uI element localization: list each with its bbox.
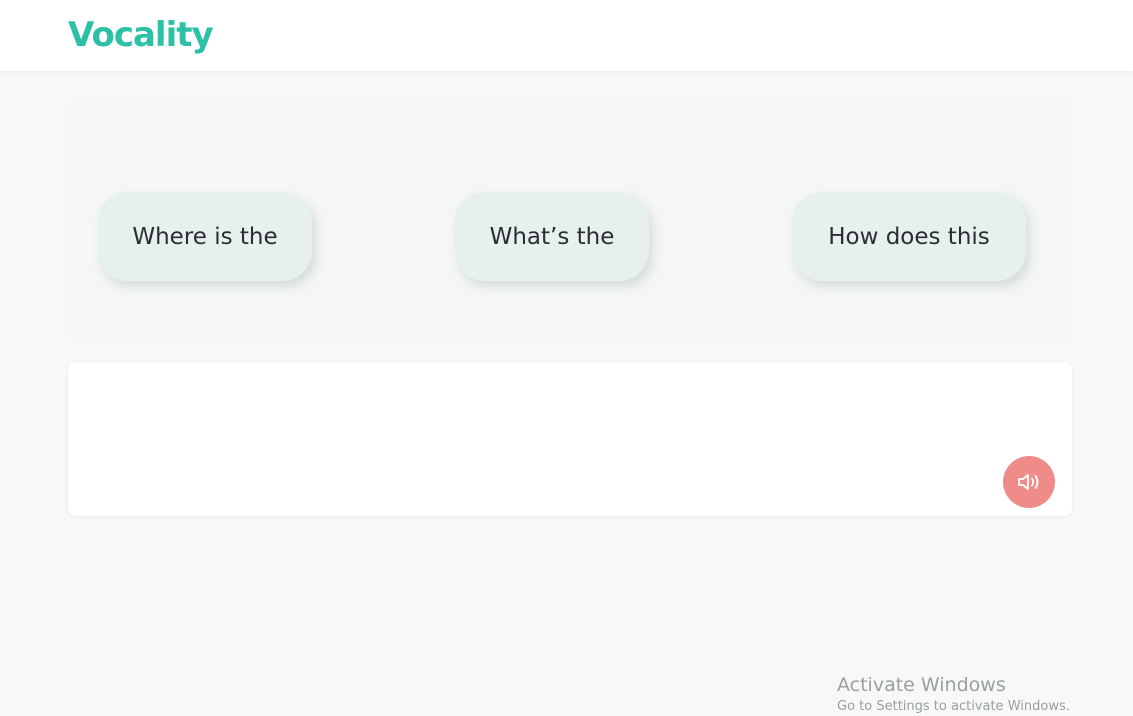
watermark-title: Activate Windows <box>837 674 1006 696</box>
suggestion-what-button[interactable]: What’s the <box>455 192 649 281</box>
suggestion-label: Where is the <box>132 223 278 250</box>
suggestion-where-button[interactable]: Where is the <box>98 192 312 281</box>
suggestion-how-button[interactable]: How does this <box>792 192 1026 281</box>
suggestion-label: How does this <box>828 223 990 250</box>
speech-text-area[interactable] <box>68 362 1072 516</box>
speak-button[interactable] <box>1003 456 1055 508</box>
app-header: Vocality <box>0 0 1133 71</box>
logo-text: Vocality <box>68 15 214 55</box>
windows-activation-watermark: Activate Windows Go to Settings to activ… <box>837 672 1070 716</box>
vocality-logo[interactable]: Vocality <box>68 13 214 57</box>
suggestion-label: What’s the <box>489 223 615 250</box>
speaker-icon <box>1018 474 1039 490</box>
watermark-subtitle: Go to Settings to activate Windows. <box>837 699 1070 714</box>
